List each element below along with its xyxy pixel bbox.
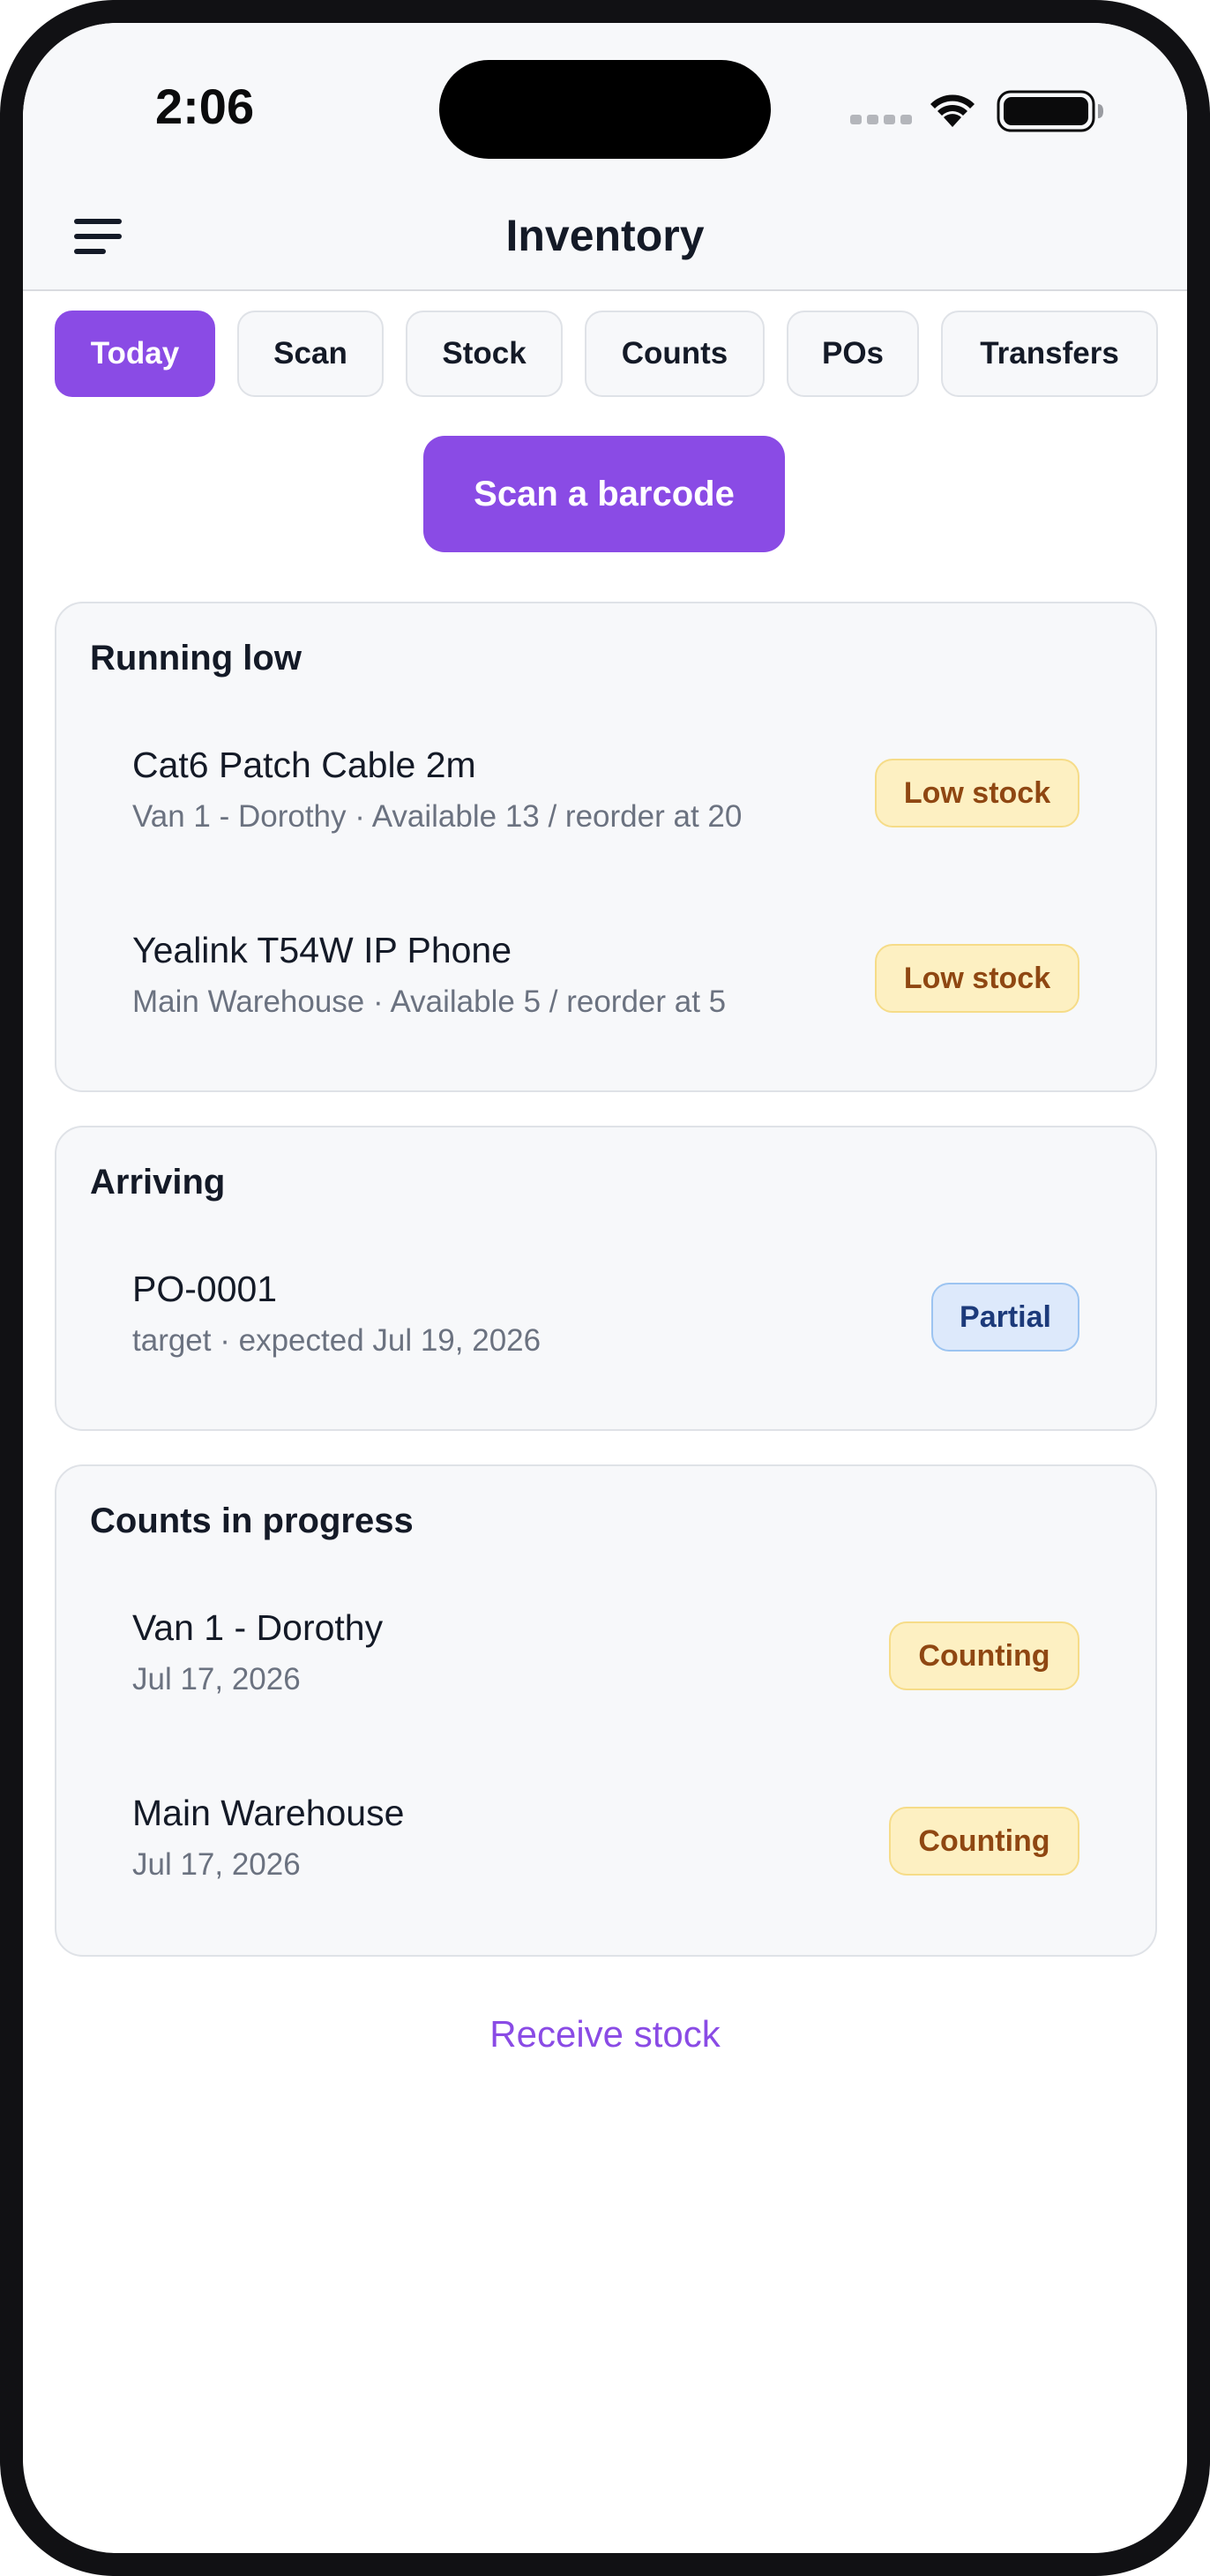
hamburger-menu-icon [74,219,122,254]
wifi-icon [930,94,975,127]
item-details: Jul 17, 2026 [132,1662,301,1696]
tab-counts[interactable]: Counts [585,311,765,397]
navigation-bar: Inventory [23,182,1187,291]
item-details: target · expected Jul 19, 2026 [132,1323,542,1358]
list-item[interactable]: Main Warehouse Jul 17, 2026 Counting [56,1793,1155,1951]
tab-pos[interactable]: POs [787,311,919,397]
section-title: Running low [90,639,302,678]
menu-button[interactable] [72,215,125,258]
list-item[interactable]: Van 1 - Dorothy Jul 17, 2026 Counting [56,1607,1155,1766]
tab-scan[interactable]: Scan [237,311,384,397]
dynamic-island [439,60,771,159]
tab-transfers[interactable]: Transfers [941,311,1158,397]
counts-in-progress-card: Counts in progress Van 1 - Dorothy Jul 1… [55,1464,1157,1957]
receive-stock-link[interactable]: Receive stock [23,2013,1187,2056]
scan-barcode-button[interactable]: Scan a barcode [423,436,785,552]
status-bar: 2:06 [23,23,1187,182]
running-low-card: Running low Cat6 Patch Cable 2m Van 1 - … [55,602,1157,1092]
page-title: Inventory [505,211,705,260]
phone-frame: 2:06 Inventory Today Scan Stock Counts P… [0,0,1210,2576]
battery-icon [997,90,1103,132]
arriving-card: Arriving PO-0001 target · expected Jul 1… [55,1126,1157,1431]
cellular-signal-icon [850,115,912,124]
list-item[interactable]: Yealink T54W IP Phone Main Warehouse · A… [56,930,1155,1089]
list-item[interactable]: PO-0001 target · expected Jul 19, 2026 P… [56,1269,1155,1427]
item-details: Main Warehouse · Available 5 / reorder a… [132,985,727,1019]
app-screen: 2:06 Inventory Today Scan Stock Counts P… [23,23,1187,2553]
section-title: Arriving [90,1163,226,1202]
status-time: 2:06 [155,79,255,134]
list-item[interactable]: Cat6 Patch Cable 2m Van 1 - Dorothy · Av… [56,745,1155,903]
tab-bar: Today Scan Stock Counts POs Transfers [55,311,1158,401]
section-title: Counts in progress [90,1501,414,1540]
status-badge: Low stock [875,759,1079,827]
item-name: Yealink T54W IP Phone [132,930,512,970]
status-badge: Counting [889,1807,1079,1876]
item-name: Van 1 - Dorothy [132,1607,384,1648]
status-badge: Counting [889,1621,1079,1690]
item-name: Cat6 Patch Cable 2m [132,745,476,785]
item-name: PO-0001 [132,1269,278,1309]
status-badge: Low stock [875,944,1079,1013]
item-name: Main Warehouse [132,1793,405,1833]
tab-stock[interactable]: Stock [406,311,563,397]
status-badge: Partial [931,1283,1079,1352]
item-details: Van 1 - Dorothy · Available 13 / reorder… [132,799,743,834]
item-details: Jul 17, 2026 [132,1847,301,1882]
tab-today[interactable]: Today [55,311,215,397]
